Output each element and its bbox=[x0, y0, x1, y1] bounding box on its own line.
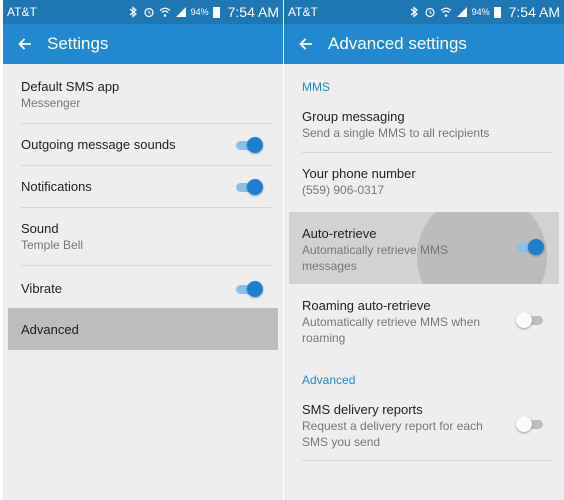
back-arrow-icon bbox=[299, 38, 312, 50]
default-sms-app-item[interactable]: Default SMS app Messenger bbox=[8, 64, 278, 122]
vibrate-item[interactable]: Vibrate bbox=[8, 266, 278, 308]
sound-item[interactable]: Sound Temple Bell bbox=[8, 208, 278, 265]
wifi-icon bbox=[440, 7, 452, 17]
section-header-mms: MMS bbox=[302, 80, 330, 94]
item-title: Advanced bbox=[21, 322, 79, 337]
outgoing-sounds-toggle[interactable] bbox=[236, 135, 264, 155]
auto-retrieve-item[interactable]: Auto-retrieve Automatically retrieve MMS… bbox=[289, 212, 559, 284]
item-subtitle: (559) 906-0317 bbox=[302, 183, 385, 197]
item-subtitle: Send a single MMS to all recipients bbox=[302, 126, 490, 140]
roaming-auto-retrieve-item[interactable]: Roaming auto-retrieve Automatically retr… bbox=[289, 286, 559, 352]
battery-icon bbox=[212, 6, 220, 18]
battery-percent: 94% bbox=[471, 7, 490, 17]
item-subtitle: Request a delivery report for each SMS y… bbox=[302, 419, 483, 449]
back-arrow-icon bbox=[18, 38, 31, 50]
notifications-toggle[interactable] bbox=[236, 177, 264, 197]
bluetooth-icon bbox=[410, 6, 418, 18]
battery-icon bbox=[493, 6, 501, 18]
group-messaging-item[interactable]: Group messaging Send a single MMS to all… bbox=[289, 98, 559, 152]
signal-icon bbox=[456, 7, 467, 17]
item-title: Roaming auto-retrieve bbox=[302, 298, 431, 313]
auto-retrieve-toggle[interactable] bbox=[517, 237, 545, 257]
outgoing-sounds-item[interactable]: Outgoing message sounds bbox=[8, 124, 278, 166]
battery-percent: 94% bbox=[190, 7, 209, 17]
item-subtitle: Temple Bell bbox=[21, 238, 84, 252]
divider bbox=[302, 460, 552, 461]
back-button[interactable] bbox=[286, 24, 326, 64]
settings-screen: AT&T 94% 7:54 AM Settings Default SMS ap… bbox=[3, 0, 283, 500]
bluetooth-icon bbox=[129, 6, 137, 18]
status-bar: AT&T 94% 7:54 AM bbox=[284, 0, 564, 24]
settings-list: Default SMS app Messenger Outgoing messa… bbox=[3, 64, 283, 500]
sms-delivery-reports-toggle[interactable] bbox=[516, 414, 545, 434]
phone-number-item[interactable]: Your phone number (559) 906-0317 bbox=[289, 153, 559, 211]
item-title: Your phone number bbox=[302, 166, 416, 181]
item-title: Default SMS app bbox=[21, 79, 120, 94]
item-title: Auto-retrieve bbox=[302, 226, 377, 241]
item-title: Vibrate bbox=[21, 281, 62, 296]
item-title: Sound bbox=[21, 221, 59, 236]
vibrate-toggle[interactable] bbox=[236, 279, 264, 299]
section-header-advanced: Advanced bbox=[302, 373, 356, 387]
advanced-item[interactable]: Advanced bbox=[8, 308, 278, 350]
page-title: Advanced settings bbox=[328, 34, 467, 53]
item-title: Outgoing message sounds bbox=[21, 137, 176, 152]
signal-icon bbox=[175, 7, 186, 17]
carrier-label: AT&T bbox=[7, 5, 37, 19]
alarm-icon bbox=[144, 7, 154, 18]
item-subtitle: Messenger bbox=[21, 96, 81, 110]
roaming-auto-retrieve-toggle[interactable] bbox=[516, 310, 545, 330]
item-title: Notifications bbox=[21, 179, 92, 194]
advanced-settings-screen: AT&T 94% 7:54 AM Advanced settings MMS G… bbox=[284, 0, 564, 500]
item-subtitle: Automatically retrieve MMS when roaming bbox=[302, 315, 481, 345]
back-button[interactable] bbox=[5, 24, 45, 64]
item-title: SMS delivery reports bbox=[302, 402, 423, 417]
status-bar: AT&T 94% 7:54 AM bbox=[3, 0, 283, 24]
alarm-icon bbox=[425, 7, 435, 18]
item-title: Group messaging bbox=[302, 109, 405, 124]
clock: 7:54 AM bbox=[508, 4, 560, 20]
page-title: Settings bbox=[47, 34, 109, 53]
item-subtitle: Automatically retrieve MMS messages bbox=[302, 243, 449, 273]
clock: 7:54 AM bbox=[227, 4, 279, 20]
sms-delivery-reports-item[interactable]: SMS delivery reports Request a delivery … bbox=[289, 390, 559, 460]
carrier-label: AT&T bbox=[288, 5, 318, 19]
wifi-icon bbox=[159, 7, 171, 17]
toolbar: Advanced settings bbox=[284, 24, 564, 64]
toolbar: Settings bbox=[3, 24, 283, 64]
notifications-item[interactable]: Notifications bbox=[8, 166, 278, 208]
advanced-settings-list: MMS Group messaging Send a single MMS to… bbox=[284, 64, 564, 500]
